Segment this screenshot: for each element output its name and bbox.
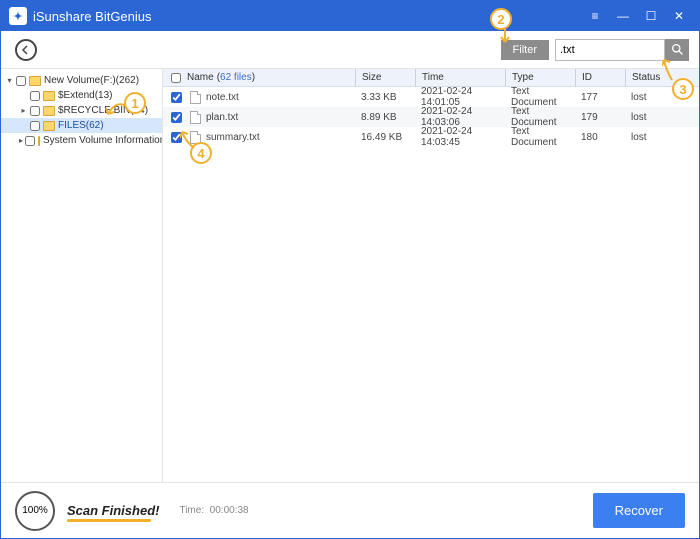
tree-item-label: $RECYCLE.BIN(54) xyxy=(58,105,148,116)
titlebar: ✦ iSunshare BitGenius ≡ — ☐ ✕ xyxy=(1,1,699,31)
cell-status: lost xyxy=(625,112,685,123)
search-button[interactable] xyxy=(665,39,689,61)
th-time[interactable]: Time xyxy=(415,69,505,86)
tree-checkbox[interactable] xyxy=(16,76,26,86)
th-status[interactable]: Status xyxy=(625,69,685,86)
folder-tree: ▾ New Volume(F:)(262) $Extend(13) ▸ $RECYCLE… xyxy=(1,69,163,482)
search-icon xyxy=(671,43,684,56)
th-name[interactable]: Name ( 62 files ) xyxy=(163,69,355,86)
tree-item[interactable]: $Extend(13) xyxy=(1,88,162,103)
table-row[interactable]: summary.txt 16.49 KB2021-02-24 14:03:45Te… xyxy=(163,127,699,147)
expand-spacer xyxy=(19,121,28,130)
toolbar: Filter xyxy=(1,31,699,69)
table-row[interactable]: note.txt 3.33 KB2021-02-24 14:01:05Text D… xyxy=(163,87,699,107)
cell-size: 3.33 KB xyxy=(355,92,415,103)
cell-status: lost xyxy=(625,92,685,103)
app-title: iSunshare BitGenius xyxy=(33,9,152,24)
cell-time: 2021-02-24 14:03:06 xyxy=(415,106,505,128)
tree-checkbox[interactable] xyxy=(30,106,40,116)
tree-item[interactable]: FILES(62) xyxy=(1,118,162,133)
cell-time: 2021-02-24 14:03:45 xyxy=(415,126,505,148)
tree-item[interactable]: ▾ New Volume(F:)(262) xyxy=(1,73,162,88)
time-label: Time: 00:00:38 xyxy=(179,505,248,516)
cell-id: 180 xyxy=(575,132,625,143)
tree-item-label: FILES(62) xyxy=(58,120,104,131)
expand-toggle-icon[interactable]: ▾ xyxy=(5,76,14,85)
folder-icon xyxy=(29,76,41,86)
tree-item-label: $Extend(13) xyxy=(58,90,112,101)
table-row[interactable]: plan.txt 8.89 KB2021-02-24 14:03:06Text D… xyxy=(163,107,699,127)
cell-id: 179 xyxy=(575,112,625,123)
th-id[interactable]: ID xyxy=(575,69,625,86)
tree-checkbox[interactable] xyxy=(25,136,35,146)
back-button[interactable] xyxy=(15,39,37,61)
cell-size: 8.89 KB xyxy=(355,112,415,123)
tree-checkbox[interactable] xyxy=(30,121,40,131)
cell-id: 177 xyxy=(575,92,625,103)
menu-button[interactable]: ≡ xyxy=(581,6,609,26)
row-checkbox[interactable] xyxy=(171,92,182,103)
cell-time: 2021-02-24 14:01:05 xyxy=(415,86,505,108)
tree-item-label: New Volume(F:)(262) xyxy=(44,75,139,86)
file-name: note.txt xyxy=(206,92,239,103)
tree-item[interactable]: ▸ System Volume Information(88) xyxy=(1,133,162,148)
cell-type: Text Document xyxy=(505,106,575,128)
th-size[interactable]: Size xyxy=(355,69,415,86)
folder-icon xyxy=(38,136,40,146)
maximize-button[interactable]: ☐ xyxy=(637,6,665,26)
folder-icon xyxy=(43,121,55,131)
th-name-label: Name xyxy=(187,72,214,83)
tree-item-label: System Volume Information(88) xyxy=(43,135,163,146)
footer: 100% Scan Finished! Time: 00:00:38 Recov… xyxy=(1,482,699,538)
cell-status: lost xyxy=(625,132,685,143)
cell-size: 16.49 KB xyxy=(355,132,415,143)
file-table: Name ( 62 files ) Size Time Type ID Stat… xyxy=(163,69,699,482)
expand-toggle-icon[interactable]: ▸ xyxy=(19,136,23,145)
table-header: Name ( 62 files ) Size Time Type ID Stat… xyxy=(163,69,699,87)
app-logo-icon: ✦ xyxy=(9,7,27,25)
file-icon xyxy=(190,91,201,104)
folder-icon xyxy=(43,91,55,101)
tree-item[interactable]: ▸ $RECYCLE.BIN(54) xyxy=(1,103,162,118)
th-type[interactable]: Type xyxy=(505,69,575,86)
tree-checkbox[interactable] xyxy=(30,91,40,101)
file-name: plan.txt xyxy=(206,112,238,123)
recover-button[interactable]: Recover xyxy=(593,493,685,528)
scan-status: Scan Finished! xyxy=(67,503,159,518)
select-all-checkbox[interactable] xyxy=(171,73,181,83)
file-name: summary.txt xyxy=(206,132,260,143)
expand-spacer xyxy=(19,91,28,100)
row-checkbox[interactable] xyxy=(171,132,182,143)
expand-toggle-icon[interactable]: ▸ xyxy=(19,106,28,115)
folder-icon xyxy=(43,106,55,116)
close-button[interactable]: ✕ xyxy=(665,6,693,26)
minimize-button[interactable]: — xyxy=(609,6,637,26)
file-icon xyxy=(190,111,201,124)
chevron-left-icon xyxy=(21,45,31,55)
row-checkbox[interactable] xyxy=(171,112,182,123)
cell-type: Text Document xyxy=(505,86,575,108)
progress-ring: 100% xyxy=(15,491,55,531)
search-input[interactable] xyxy=(555,39,665,61)
file-icon xyxy=(190,131,201,144)
main-area: ▾ New Volume(F:)(262) $Extend(13) ▸ $RECYCLE… xyxy=(1,69,699,482)
cell-type: Text Document xyxy=(505,126,575,148)
filter-button[interactable]: Filter xyxy=(501,40,549,60)
